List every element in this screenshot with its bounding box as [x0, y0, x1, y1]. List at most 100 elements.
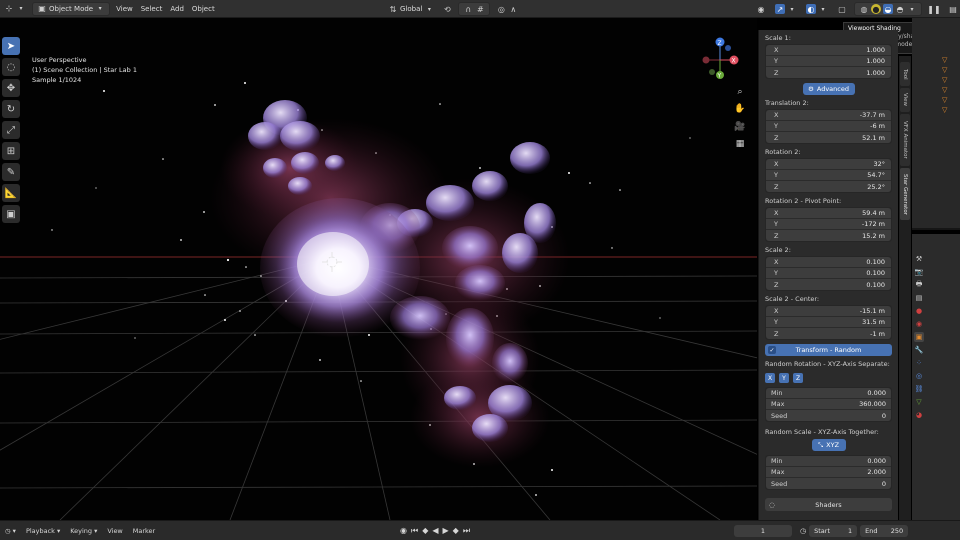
- workspace-switch[interactable]: ▤▾: [944, 2, 960, 16]
- measure-tool-icon[interactable]: 📐: [2, 184, 20, 202]
- tool-props-icon[interactable]: ⚒: [914, 254, 924, 264]
- material-shading-icon[interactable]: ◒: [883, 4, 893, 14]
- center-z-field[interactable]: Z -1 m: [766, 328, 891, 339]
- rotation2-z-field[interactable]: Z 25.2°: [766, 181, 891, 192]
- center-y-field[interactable]: Y 31.5 m: [766, 317, 891, 328]
- zoom-icon[interactable]: ⌕: [733, 85, 747, 99]
- mode-dropdown[interactable]: ▣ Object Mode ▾: [32, 1, 111, 16]
- scale-seed-field[interactable]: Seed 0: [766, 478, 891, 489]
- menu-add[interactable]: Add: [166, 2, 188, 16]
- rotation-axis-y-toggle[interactable]: Y: [779, 373, 789, 383]
- snap-button[interactable]: ∩ #: [458, 2, 491, 16]
- scale-tool-icon[interactable]: ⤢: [2, 121, 20, 139]
- menu-timeline-view[interactable]: View: [102, 527, 127, 535]
- render-props-icon[interactable]: 📷: [914, 267, 924, 277]
- tab-vfx-animator[interactable]: VFX Animator: [900, 114, 910, 166]
- gizmo-toggle[interactable]: ↗ ▾: [771, 2, 801, 16]
- world-props-icon[interactable]: ◉: [914, 319, 924, 329]
- timeline-editor-button[interactable]: ◷ ▾: [0, 527, 21, 535]
- prev-keyframe-icon[interactable]: ◆: [422, 526, 428, 535]
- menu-marker[interactable]: Marker: [128, 527, 160, 535]
- rot-min-field[interactable]: Min 0.000: [766, 388, 891, 399]
- move-tool-icon[interactable]: ✥: [2, 79, 20, 97]
- translation2-z-field[interactable]: Z 52.1 m: [766, 132, 891, 143]
- start-frame-field[interactable]: Start 1: [809, 524, 858, 537]
- rotation2-y-field[interactable]: Y 54.7°: [766, 170, 891, 181]
- menu-playback[interactable]: Playback ▾: [21, 527, 65, 535]
- wireframe-shading-icon[interactable]: ◍: [859, 4, 869, 14]
- center-x-field[interactable]: X -15.1 m: [766, 306, 891, 317]
- next-keyframe-icon[interactable]: ◆: [453, 526, 459, 535]
- rot-max-field[interactable]: Max 360.000: [766, 399, 891, 410]
- visibility-button[interactable]: ◉: [752, 2, 770, 16]
- editor-type-button[interactable]: ⊹ ▾: [0, 2, 30, 16]
- modifier-props-icon[interactable]: 🔧: [914, 345, 924, 355]
- physics-props-icon[interactable]: ◎: [914, 371, 924, 381]
- 3d-viewport[interactable]: ➤ ◌ ✥ ↻ ⤢ ⊞ ✎ 📐 ▣ User Perspective (1) S…: [0, 18, 757, 520]
- pivot-y-field[interactable]: Y -172 m: [766, 219, 891, 230]
- scale2-x-field[interactable]: X 0.100: [766, 257, 891, 268]
- rotation-axis-x-toggle[interactable]: X: [765, 373, 775, 383]
- transform-tool-icon[interactable]: ⊞: [2, 142, 20, 160]
- scale1-y-field[interactable]: Y 1.000: [766, 56, 891, 67]
- menu-object[interactable]: Object: [188, 2, 219, 16]
- outliner[interactable]: ▽ ▽ ▽ ▽ ▽ ▽: [912, 18, 960, 230]
- pivot-z-field[interactable]: Z 15.2 m: [766, 230, 891, 241]
- xyz-together-button[interactable]: ⤡ XYZ: [811, 439, 846, 451]
- preview-range-icon[interactable]: ◷: [800, 527, 806, 535]
- object-props-icon[interactable]: ▣: [914, 332, 924, 342]
- translation2-x-field[interactable]: X -37.7 m: [766, 110, 891, 121]
- pivot-point-button[interactable]: ⟲: [438, 2, 456, 16]
- play-reverse-icon[interactable]: ◀: [432, 526, 438, 535]
- advanced-button[interactable]: ⚙ Advanced: [802, 83, 855, 95]
- grid-view-icon[interactable]: ▦: [733, 137, 747, 151]
- menu-keying[interactable]: Keying ▾: [65, 527, 102, 535]
- scene-props-icon[interactable]: ●: [914, 306, 924, 316]
- proportional-edit-button[interactable]: ◎ ∧: [492, 2, 522, 16]
- output-props-icon[interactable]: 🖶: [914, 280, 924, 290]
- hand-pan-icon[interactable]: ✋: [733, 102, 747, 116]
- material-props-icon[interactable]: ◕: [914, 410, 924, 420]
- tab-view[interactable]: View: [900, 88, 910, 112]
- add-cube-tool-icon[interactable]: ▣: [2, 205, 20, 223]
- jump-start-icon[interactable]: ⏮: [411, 526, 418, 536]
- solid-shading-icon[interactable]: ●: [871, 4, 881, 14]
- rotation2-x-field[interactable]: X 32°: [766, 159, 891, 170]
- play-icon[interactable]: ▶: [443, 526, 449, 535]
- shading-modes[interactable]: ◍ ● ◒ ◓ ▾: [854, 2, 922, 16]
- record-icon[interactable]: ◉: [400, 526, 407, 535]
- menu-select[interactable]: Select: [137, 2, 167, 16]
- transform-orientation-dropdown[interactable]: ⇅ Global ▾: [384, 2, 438, 16]
- tab-tool[interactable]: Tool: [900, 62, 910, 86]
- cursor-tool-icon[interactable]: ◌: [2, 58, 20, 76]
- particles-props-icon[interactable]: ⁘: [914, 358, 924, 368]
- gizmo-labels[interactable]: Z X Y: [700, 34, 744, 80]
- rotate-tool-icon[interactable]: ↻: [2, 100, 20, 118]
- select-tool-icon[interactable]: ➤: [2, 37, 20, 55]
- annotate-tool-icon[interactable]: ✎: [2, 163, 20, 181]
- transform-random-button[interactable]: ✓ Transform - Random: [765, 344, 892, 356]
- scale2-z-field[interactable]: Z 0.100: [766, 279, 891, 290]
- overlay-toggle[interactable]: ◐ ▾: [802, 2, 832, 16]
- translation2-y-field[interactable]: Y -6 m: [766, 121, 891, 132]
- current-frame-field[interactable]: 1: [734, 524, 792, 537]
- end-frame-field[interactable]: End 250: [860, 524, 909, 537]
- pause-button[interactable]: ❚❚: [925, 2, 943, 16]
- tab-star-generator[interactable]: Star Generator: [900, 168, 910, 220]
- scale1-x-field[interactable]: X 1.000: [766, 45, 891, 56]
- scale2-y-field[interactable]: Y 0.100: [766, 268, 891, 279]
- jump-end-icon[interactable]: ⏭: [463, 526, 470, 536]
- scale-min-field[interactable]: Min 0.000: [766, 456, 891, 467]
- pivot-x-field[interactable]: X 59.4 m: [766, 208, 891, 219]
- menu-view[interactable]: View: [112, 2, 137, 16]
- scale1-z-field[interactable]: Z 1.000: [766, 67, 891, 78]
- view-layer-icon[interactable]: ▤: [914, 293, 924, 303]
- rot-seed-field[interactable]: Seed 0: [766, 410, 891, 421]
- shaders-panel-header[interactable]: ◌ Shaders: [765, 498, 892, 511]
- constraints-props-icon[interactable]: ⛓: [914, 384, 924, 394]
- scale-max-field[interactable]: Max 2.000: [766, 467, 891, 478]
- rendered-shading-icon[interactable]: ◓: [895, 4, 905, 14]
- xray-toggle[interactable]: ▢: [833, 2, 851, 16]
- camera-icon[interactable]: 🎥: [733, 120, 747, 134]
- rotation-axis-z-toggle[interactable]: Z: [793, 373, 803, 383]
